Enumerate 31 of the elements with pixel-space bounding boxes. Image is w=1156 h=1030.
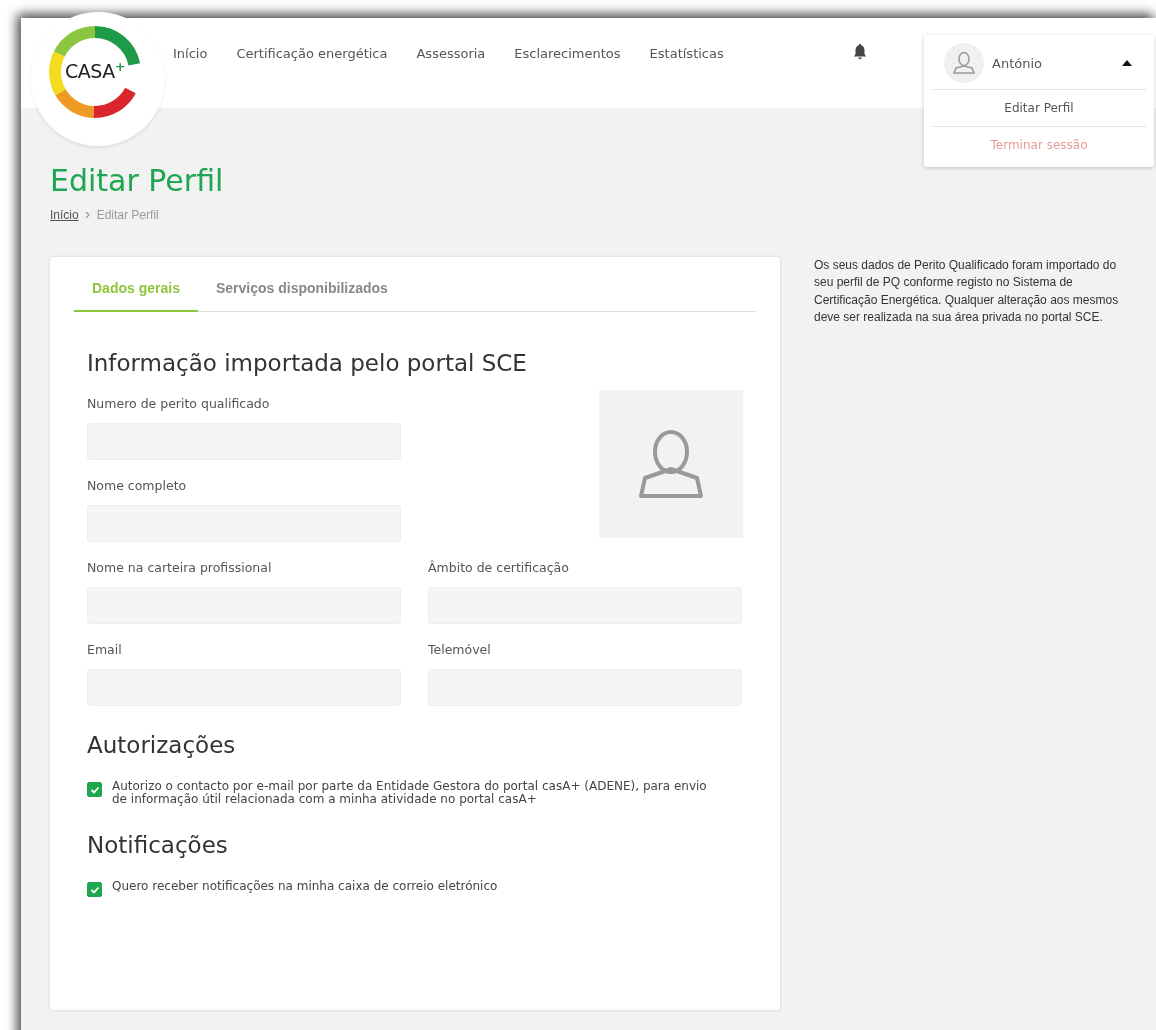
checkbox[interactable] [87,882,102,898]
field-label: Email [87,642,123,657]
notification-bell-icon[interactable] [851,43,868,61]
section-title: Autorizações [87,732,237,758]
checkmark-icon [89,784,100,795]
info-text: Os seus dados de Perito Qualificado foram importado do seu perfil de PQ conforme registo no Sistema de Certificação Energética. Qualquer alteração aos mesmos deve ser realizada na sua área privada no portal SCE. [814,257,1119,327]
chevron-icon [84,211,91,219]
field-label: Nome completo [87,478,188,493]
section-title: Informação importada pelo portal SCE [87,350,528,376]
page-title: Editar Perfil [50,163,225,198]
field-label: Nome na carteira profissional [87,560,273,575]
tab[interactable]: Serviços disponibilizados [197,277,406,312]
checkmark-icon [89,884,100,895]
checkbox-label: Autorizo o contacto por e-mail por parte da Entidade Gestora do portal casA+ (ADENE), para envio de informação útil relacionada com a minha atividade no portal casA+ [112,780,708,807]
checkbox-label: Quero receber notificações na minha caixa de correio eletrónico [112,880,499,894]
nav-link[interactable]: Assessoria [416,45,486,61]
avatar-icon [944,43,984,83]
menu-item[interactable]: Editar Perfil [932,90,1146,127]
nav-link[interactable]: Início [173,45,208,61]
breadcrumb-link[interactable]: Início [50,208,79,222]
logo[interactable]: CASA$^{+}$ [31,12,165,146]
checkbox[interactable] [87,782,102,797]
field-label: Telemóvel [428,642,492,657]
breadcrumb-current: Editar Perfil [96,208,159,222]
field-label: Âmbito de certificação [428,560,570,575]
user-menu-button[interactable]: António [932,35,1146,90]
nav-link[interactable]: Certificação energética [236,45,388,61]
nav-link[interactable]: Esclarecimentos [514,45,621,61]
field-label: Numero de perito qualificado [87,396,271,411]
nav-link[interactable]: Estatísticas [649,45,724,61]
section-title: Notificações [87,832,229,859]
